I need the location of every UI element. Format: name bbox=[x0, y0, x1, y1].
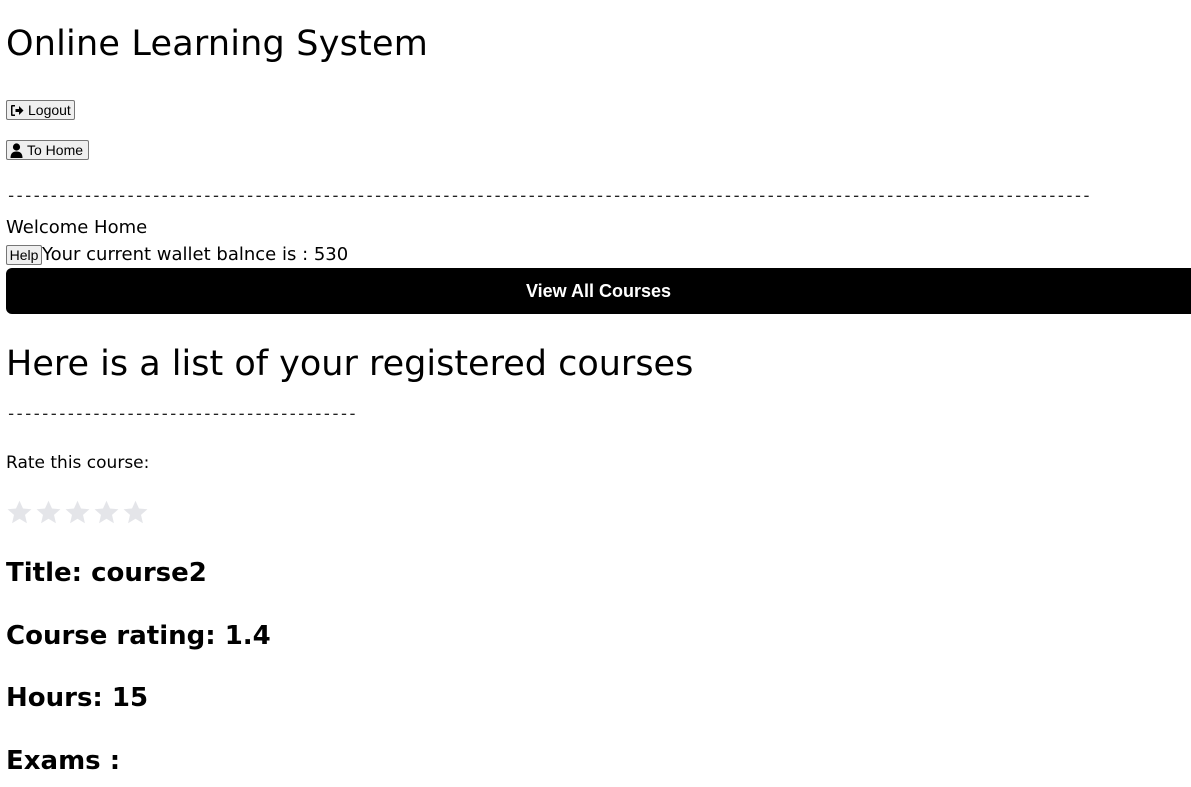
logout-label: Logout bbox=[28, 102, 71, 118]
user-icon bbox=[10, 143, 23, 158]
view-all-courses-label: View All Courses bbox=[526, 281, 671, 302]
section-divider: ----------------------------------------… bbox=[6, 404, 372, 424]
star-icon[interactable] bbox=[122, 499, 149, 526]
rate-course-label: Rate this course: bbox=[6, 453, 149, 473]
star-icon[interactable] bbox=[35, 499, 62, 526]
to-home-button[interactable]: To Home bbox=[6, 140, 89, 160]
wallet-balance-text: Your current wallet balnce is : 530 bbox=[42, 244, 348, 265]
welcome-text: Welcome Home bbox=[6, 217, 147, 238]
course-hours: Hours: 15 bbox=[6, 683, 148, 713]
sign-out-icon bbox=[10, 104, 24, 117]
divider-line: ----------------------------------------… bbox=[6, 186, 1127, 206]
course-title: Title: course2 bbox=[6, 558, 207, 588]
course-exams-label: Exams : bbox=[6, 746, 120, 776]
view-all-courses-button[interactable]: View All Courses bbox=[6, 268, 1191, 314]
wallet-row: Help Your current wallet balnce is : 530 bbox=[6, 244, 348, 265]
star-rating bbox=[6, 499, 149, 526]
star-icon[interactable] bbox=[93, 499, 120, 526]
to-home-label: To Home bbox=[27, 142, 83, 158]
star-icon[interactable] bbox=[6, 499, 33, 526]
logout-button[interactable]: Logout bbox=[6, 100, 75, 120]
course-rating: Course rating: 1.4 bbox=[6, 621, 271, 651]
star-icon[interactable] bbox=[64, 499, 91, 526]
help-button[interactable]: Help bbox=[6, 245, 42, 265]
page-title: Online Learning System bbox=[6, 24, 428, 64]
registered-courses-heading: Here is a list of your registered course… bbox=[6, 344, 693, 384]
page: Online Learning System Logout To Home --… bbox=[0, 0, 1191, 787]
